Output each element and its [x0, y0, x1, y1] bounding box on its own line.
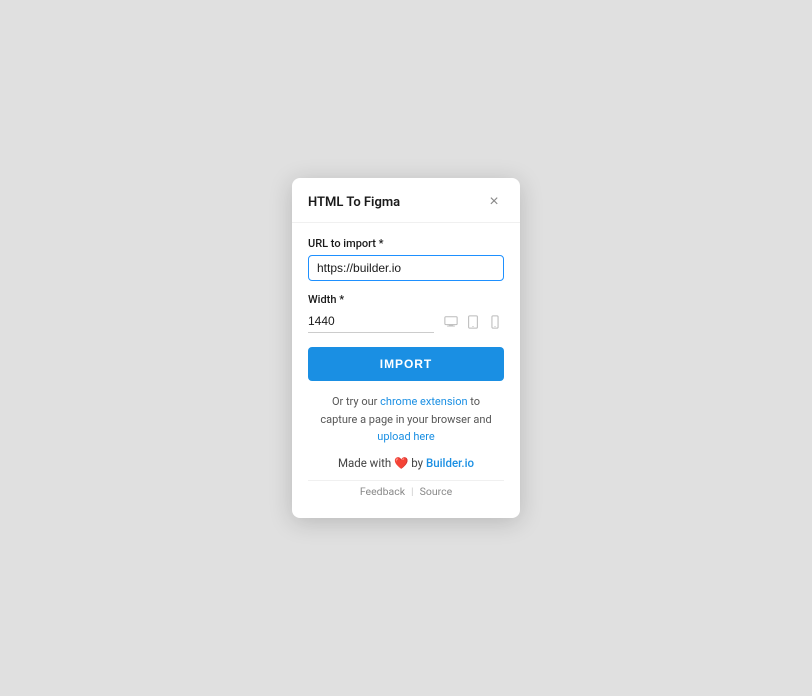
footer-separator: |: [411, 485, 414, 498]
import-button[interactable]: IMPORT: [308, 347, 504, 381]
builder-io-link[interactable]: Builder.io: [426, 456, 474, 470]
width-input-wrap: [308, 310, 434, 333]
tablet-icon[interactable]: [464, 313, 482, 331]
dialog-title: HTML To Figma: [308, 195, 400, 210]
chrome-extension-link[interactable]: chrome extension: [380, 395, 467, 408]
desktop-icon[interactable]: [442, 313, 460, 331]
heart-icon: ❤️: [394, 456, 408, 470]
made-with: Made with ❤️ by Builder.io: [308, 456, 504, 470]
width-icons: [442, 313, 504, 331]
upload-here-link[interactable]: upload here: [377, 430, 434, 443]
url-input[interactable]: [308, 255, 504, 281]
width-field-group: Width *: [308, 293, 504, 333]
dialog-body: URL to import * Width *: [292, 223, 520, 518]
mobile-icon[interactable]: [486, 313, 504, 331]
html-to-figma-dialog: HTML To Figma × URL to import * Width *: [292, 178, 520, 518]
width-input[interactable]: [308, 310, 434, 333]
url-field-label: URL to import *: [308, 237, 504, 250]
try-text: Or try our chrome extension to capture a…: [308, 393, 504, 446]
close-button[interactable]: ×: [484, 192, 504, 212]
footer-links: Feedback | Source: [308, 480, 504, 502]
url-field-group: URL to import *: [308, 237, 504, 281]
width-row: [308, 310, 504, 333]
dialog-header: HTML To Figma ×: [292, 178, 520, 223]
feedback-link[interactable]: Feedback: [360, 485, 405, 498]
width-field-label: Width *: [308, 293, 344, 306]
source-link[interactable]: Source: [420, 485, 453, 498]
